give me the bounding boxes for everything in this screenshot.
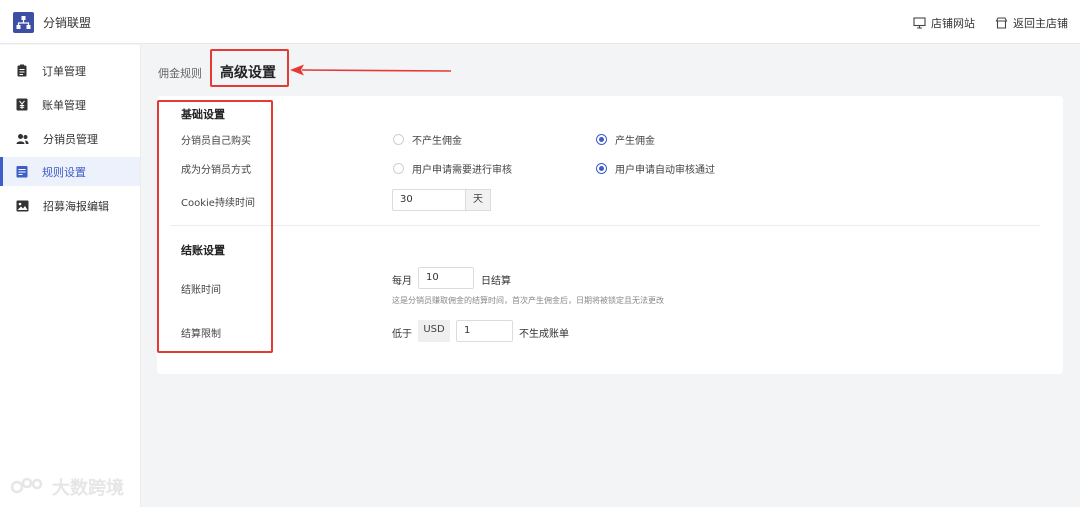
users-icon (16, 133, 29, 144)
store-site-link[interactable]: 店铺网站 (913, 15, 975, 31)
settlement-limit-input[interactable]: 1 (456, 320, 513, 342)
clipboard-icon (17, 64, 27, 77)
sidebar-item-orders[interactable]: 订单管理 (0, 56, 140, 85)
radio-auto-approve[interactable]: 用户申请自动审核通过 (596, 161, 715, 176)
radio-dot-selected (596, 163, 607, 174)
sidebar-item-rules[interactable]: 规则设置 (0, 157, 140, 186)
sidebar-item-label: 订单管理 (42, 64, 86, 78)
store-icon (995, 17, 1008, 29)
radio-no-commission[interactable]: 不产生佣金 (393, 132, 462, 147)
currency-addon: USD (418, 320, 450, 342)
settlement-time-suffix: 日结算 (481, 276, 511, 287)
cookie-duration-input[interactable]: 30 (392, 189, 466, 211)
store-site-label: 店铺网站 (931, 17, 975, 30)
annotation-arrow-icon (290, 64, 452, 76)
sidebar-item-poster-editor[interactable]: 招募海报编辑 (0, 191, 140, 220)
radio-label: 用户申请需要进行审核 (412, 165, 512, 176)
watermark-text: 大数跨境 (52, 478, 124, 499)
top-bar: 分销联盟 店铺网站 返回主店铺 (0, 0, 1080, 44)
sidebar-item-label: 账单管理 (42, 98, 86, 112)
image-icon (16, 200, 29, 211)
sidebar-item-label: 规则设置 (42, 165, 86, 179)
radio-label: 不产生佣金 (412, 136, 462, 147)
yen-icon (16, 98, 28, 111)
sidebar-item-label: 招募海报编辑 (43, 199, 109, 213)
rules-icon (16, 166, 28, 178)
back-to-main-store-label: 返回主店铺 (1013, 17, 1068, 30)
radio-dot-selected (596, 134, 607, 145)
app-logo (13, 12, 34, 33)
highlight-box-tab (210, 49, 289, 87)
cookie-unit-addon: 天 (465, 189, 491, 211)
settlement-limit-suffix: 不生成账单 (519, 329, 569, 340)
settlement-time-prefix: 每月 (392, 276, 412, 287)
radio-label: 产生佣金 (615, 136, 655, 147)
settlement-day-input[interactable]: 10 (418, 267, 474, 289)
sidebar: 订单管理 账单管理 分销员管理 规则设置 招募海报编辑 (0, 45, 141, 507)
monitor-icon (913, 17, 926, 29)
highlight-box-labels (157, 100, 273, 353)
tab-commission-rules[interactable]: 佣金规则 (158, 65, 202, 81)
app-title: 分销联盟 (43, 16, 92, 30)
sidebar-item-bills[interactable]: 账单管理 (0, 90, 140, 119)
network-icon (16, 16, 31, 29)
settlement-limit-prefix: 低于 (392, 329, 412, 340)
radio-generate-commission[interactable]: 产生佣金 (596, 132, 655, 147)
radio-dot (393, 134, 404, 145)
section-divider (170, 225, 1040, 226)
settlement-time-hint: 这是分销员赚取佣金的结算时间，首次产生佣金后，日期将被锁定且无法更改 (392, 296, 664, 305)
sidebar-item-label: 分销员管理 (43, 132, 98, 146)
radio-dot (393, 163, 404, 174)
radio-manual-review[interactable]: 用户申请需要进行审核 (393, 161, 512, 176)
watermark: 大数跨境 (10, 474, 124, 500)
sidebar-item-distributors[interactable]: 分销员管理 (0, 124, 140, 153)
back-to-main-store-link[interactable]: 返回主店铺 (995, 15, 1068, 31)
watermark-logo-icon (10, 477, 43, 494)
radio-label: 用户申请自动审核通过 (615, 165, 715, 176)
